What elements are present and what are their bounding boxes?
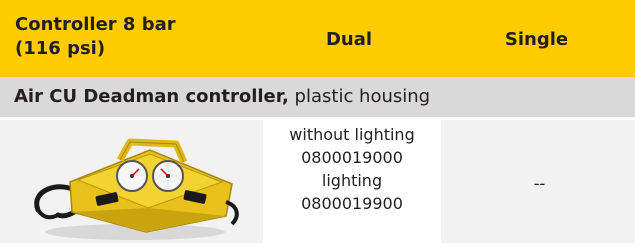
header-single: Single	[504, 29, 569, 50]
dual-line-2: 0800019000	[301, 148, 403, 167]
cell-single: --	[444, 120, 635, 243]
header-controller-line2: (116 psi)	[15, 38, 106, 59]
section-title: Air CU Deadman controller, plastic housi…	[0, 77, 635, 117]
product-table: Controller 8 bar (116 psi) Dual Single A…	[0, 0, 635, 243]
header-controller: Controller 8 bar (116 psi)	[0, 0, 260, 77]
section-title-bold: Air CU Deadman controller,	[14, 86, 289, 107]
deadman-controller-image	[34, 138, 239, 240]
section-title-rest: plastic housing	[288, 86, 431, 107]
table-header: Controller 8 bar (116 psi) Dual Single	[0, 0, 635, 77]
cell-dual: without lighting 0800019000 lighting 080…	[263, 120, 441, 243]
product-image	[0, 120, 260, 243]
dual-line-4: 0800019900	[301, 194, 403, 213]
dual-line-1: without lighting	[289, 125, 415, 144]
header-controller-line1: Controller 8 bar	[15, 14, 176, 35]
header-dual: Dual	[325, 29, 373, 50]
dual-line-3: lighting	[321, 171, 383, 190]
table-row: without lighting 0800019000 lighting 080…	[0, 120, 635, 243]
